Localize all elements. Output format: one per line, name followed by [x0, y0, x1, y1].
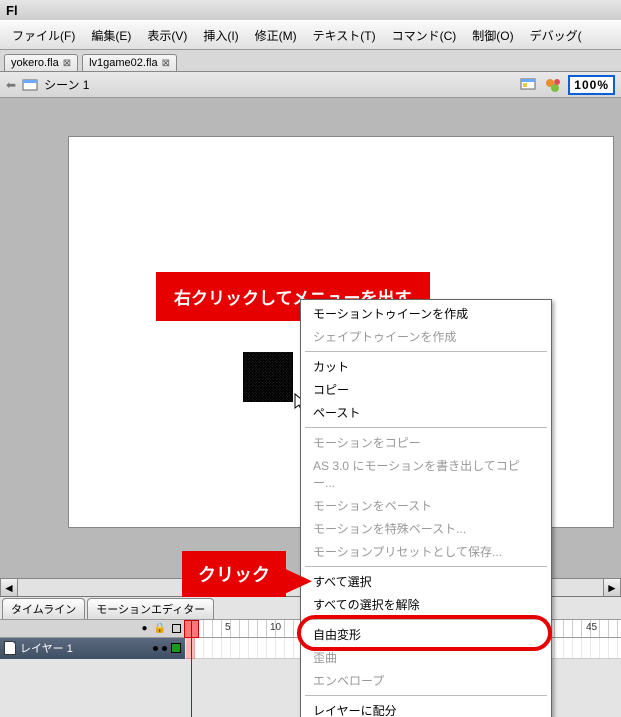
callout-click: クリック	[182, 551, 286, 597]
document-tabbar: yokero.fla ⊠ lv1game02.fla ⊠	[0, 50, 621, 72]
tab-timeline[interactable]: タイムライン	[2, 598, 85, 619]
ctx-create-shape-tween[interactable]: シェイプトゥイーンを作成	[301, 325, 551, 348]
playhead[interactable]	[186, 620, 195, 659]
menu-commands[interactable]: コマンド(C)	[384, 23, 465, 48]
ctx-distribute-layers[interactable]: レイヤーに配分	[301, 699, 551, 717]
layer-outline-box[interactable]	[171, 643, 181, 653]
scene-icon	[22, 78, 38, 92]
timeline-layer-list: ● 🔒 レイヤー 1	[0, 620, 185, 659]
menubar: ファイル(F) 編集(E) 表示(V) 挿入(I) 修正(M) テキスト(T) …	[0, 20, 621, 50]
scroll-right-icon[interactable]: ►	[603, 579, 621, 596]
app-titlebar: Fl	[0, 0, 621, 20]
menu-debug[interactable]: デバッグ(	[522, 23, 590, 48]
breadcrumb-bar: ⬅ シーン 1 100%	[0, 72, 621, 98]
ctx-paste-motion[interactable]: モーションをペースト	[301, 494, 551, 517]
scene-name[interactable]: シーン 1	[44, 76, 89, 93]
menu-modify[interactable]: 修正(M)	[247, 23, 305, 48]
context-menu: モーショントゥイーンを作成 シェイプトゥイーンを作成 カット コピー ペースト …	[300, 299, 552, 717]
ctx-copy-motion-as3[interactable]: AS 3.0 にモーションを書き出してコピー...	[301, 454, 551, 494]
ruler-tick: 5	[225, 622, 231, 633]
layer-visible-dot[interactable]	[153, 646, 158, 651]
close-icon[interactable]: ⊠	[162, 58, 170, 69]
edit-symbol-icon[interactable]	[544, 77, 562, 93]
layer-lock-dot[interactable]	[162, 646, 167, 651]
ruler-tick: 10	[270, 622, 281, 633]
timeline-layer-row[interactable]: レイヤー 1	[0, 638, 185, 659]
menu-insert[interactable]: 挿入(I)	[195, 23, 246, 48]
app-abbrev: Fl	[6, 3, 18, 18]
callout-click-text: クリック	[198, 565, 270, 585]
ctx-create-motion-tween[interactable]: モーショントゥイーンを作成	[301, 302, 551, 325]
edit-scene-icon[interactable]	[520, 77, 538, 93]
menu-text[interactable]: テキスト(T)	[305, 23, 384, 48]
doc-tab-label: lv1game02.fla	[89, 57, 158, 69]
selected-shape-square[interactable]	[243, 352, 293, 402]
doc-tab-label: yokero.fla	[11, 57, 59, 69]
ctx-paste-motion-special[interactable]: モーションを特殊ペースト...	[301, 517, 551, 540]
ctx-envelope[interactable]: エンベロープ	[301, 669, 551, 692]
scroll-left-icon[interactable]: ◄	[0, 579, 18, 596]
close-icon[interactable]: ⊠	[63, 58, 71, 69]
ctx-deselect-all[interactable]: すべての選択を解除	[301, 593, 551, 616]
ctx-save-motion-preset[interactable]: モーションプリセットとして保存...	[301, 540, 551, 563]
ctx-select-all[interactable]: すべて選択	[301, 570, 551, 593]
tab-motion-editor[interactable]: モーションエディター	[87, 598, 214, 619]
layer-name[interactable]: レイヤー 1	[20, 640, 149, 656]
ctx-paste[interactable]: ペースト	[301, 401, 551, 424]
menu-edit[interactable]: 編集(E)	[83, 23, 139, 48]
ruler-tick: 45	[586, 622, 597, 633]
doc-tab[interactable]: lv1game02.fla ⊠	[82, 54, 177, 71]
menu-control[interactable]: 制御(O)	[464, 23, 521, 48]
zoom-field[interactable]: 100%	[568, 75, 615, 95]
ctx-cut[interactable]: カット	[301, 355, 551, 378]
menu-view[interactable]: 表示(V)	[139, 23, 195, 48]
outline-icon[interactable]	[172, 624, 181, 633]
back-arrow-icon[interactable]: ⬅	[6, 78, 16, 92]
doc-tab-active[interactable]: yokero.fla ⊠	[4, 54, 78, 71]
lock-icon[interactable]: 🔒	[154, 623, 166, 634]
menu-file[interactable]: ファイル(F)	[4, 23, 83, 48]
timeline-layer-header: ● 🔒	[0, 620, 185, 638]
layer-icon	[4, 641, 16, 655]
highlight-convert-to-symbol	[297, 615, 552, 651]
ctx-copy[interactable]: コピー	[301, 378, 551, 401]
eye-icon[interactable]: ●	[142, 623, 148, 634]
ctx-copy-motion[interactable]: モーションをコピー	[301, 431, 551, 454]
